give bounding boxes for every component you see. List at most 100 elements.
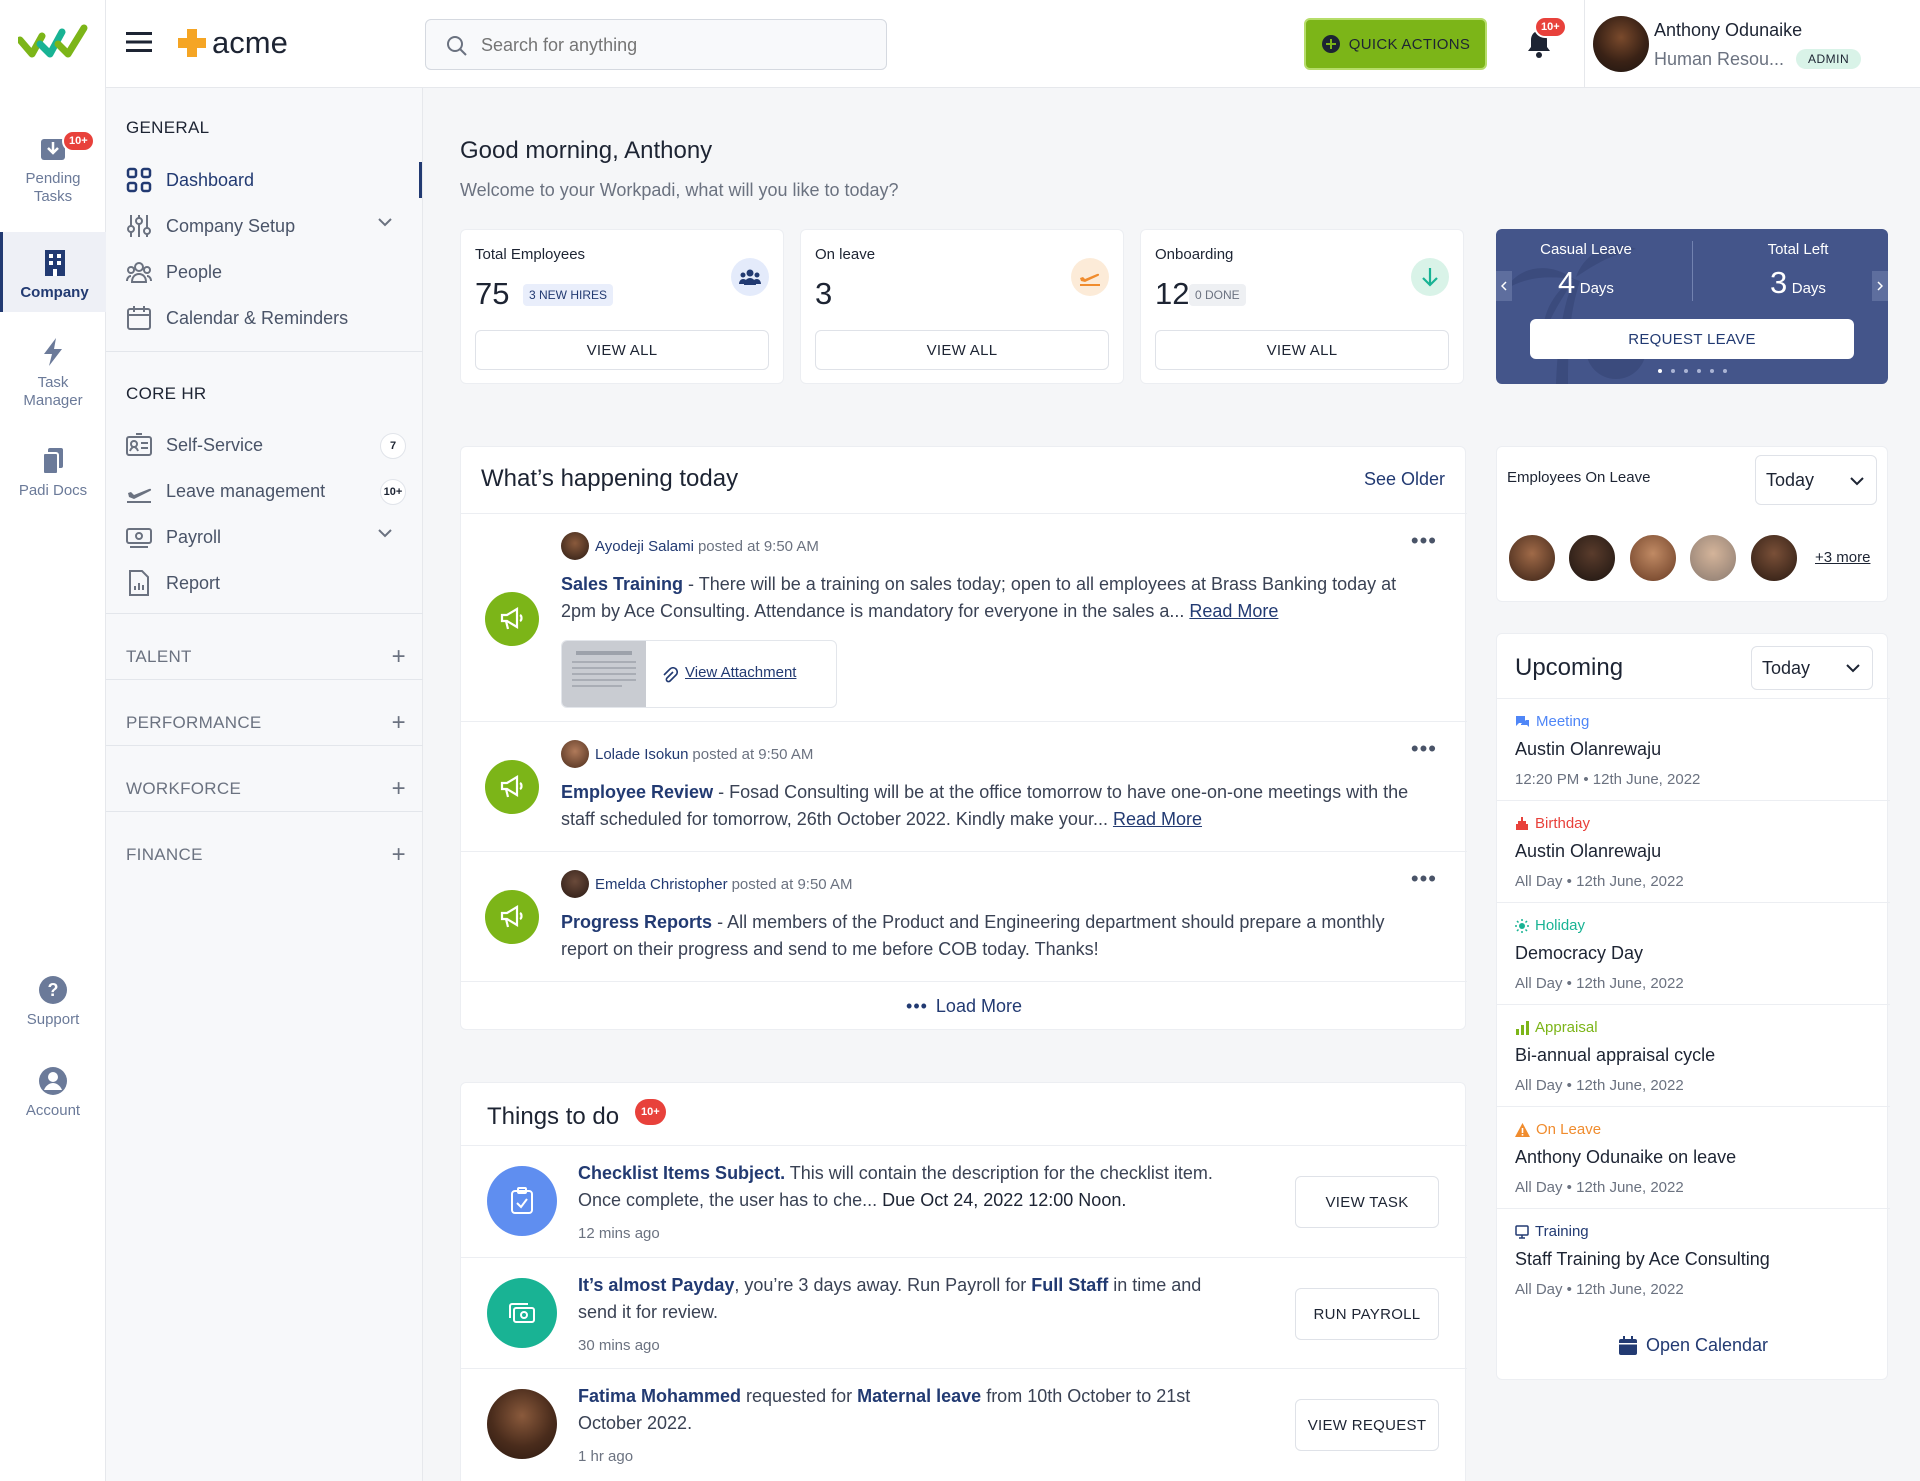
search-box[interactable] [425, 19, 887, 70]
documents-icon [42, 448, 63, 475]
view-request-button[interactable]: VIEW REQUEST [1295, 1399, 1439, 1451]
carousel-dot[interactable] [1670, 369, 1675, 373]
megaphone-icon [485, 760, 539, 814]
view-all-button[interactable]: VIEW ALL [1155, 330, 1449, 370]
event-type: Holiday [1515, 917, 1585, 934]
carousel-dot[interactable] [1709, 369, 1714, 373]
rail-pending-tasks[interactable]: 10+ Pending Tasks [0, 130, 106, 206]
hamburger-menu-icon[interactable] [126, 31, 152, 53]
leave-balance-card: Casual Leave 4 Days Total Left 3 Days RE… [1496, 229, 1888, 384]
read-more-link[interactable]: Read More [1113, 809, 1202, 829]
post-time: posted at 9:50 AM [692, 745, 814, 763]
rail-account[interactable]: Account [0, 1066, 106, 1120]
open-calendar-button[interactable]: Open Calendar [1497, 1310, 1889, 1381]
plane-takeoff-icon [1071, 258, 1109, 296]
post-body: Sales Training - There will be a trainin… [561, 574, 1397, 621]
sidebar-item-report[interactable]: Report [126, 565, 406, 601]
sidebar-section-talent[interactable]: TALENT + [126, 643, 406, 670]
sidebar-item-dashboard[interactable]: Dashboard [126, 162, 406, 198]
sidebar-item-calendar[interactable]: Calendar & Reminders [126, 300, 406, 336]
sidebar-item-self-service[interactable]: Self-Service 7 [126, 427, 406, 463]
sidebar-item-leave-management[interactable]: Leave management 10+ [126, 473, 406, 509]
rail-company[interactable]: Company [0, 232, 106, 312]
megaphone-icon [485, 890, 539, 944]
employee-avatar[interactable] [1688, 533, 1738, 583]
stat-card-onboarding: Onboarding 12 0 DONE VIEW ALL [1140, 229, 1464, 384]
event-type: Birthday [1515, 815, 1590, 832]
post-meta: Lolade Isokun posted at 9:50 AM [561, 740, 813, 768]
upcoming-item[interactable]: Training Staff Training by Ace Consultin… [1497, 1208, 1890, 1310]
carousel-next-button[interactable] [1872, 271, 1888, 301]
rail-support[interactable]: ? Support [0, 975, 106, 1029]
upcoming-item[interactable]: Appraisal Bi-annual appraisal cycle All … [1497, 1004, 1890, 1106]
post-author[interactable]: Emelda Christopher [595, 876, 728, 893]
plus-circle-icon [1321, 35, 1340, 53]
author-avatar [561, 870, 589, 898]
post-author[interactable]: Ayodeji Salami [595, 538, 694, 555]
report-icon [129, 570, 149, 596]
carousel-dot[interactable] [1722, 369, 1727, 373]
sidebar-item-people[interactable]: People [126, 254, 406, 290]
carousel-prev-button[interactable] [1496, 271, 1512, 301]
sidebar-section-finance[interactable]: FINANCE + [126, 841, 406, 868]
carousel-dot[interactable] [1696, 369, 1701, 373]
sidebar-item-payroll[interactable]: Payroll [126, 519, 406, 555]
greeting-subtitle: Welcome to your Workpadi, what will you … [460, 180, 899, 200]
see-older-link[interactable]: See Older [1364, 469, 1445, 490]
quick-actions-button[interactable]: QUICK ACTIONS [1304, 18, 1487, 70]
event-name: Anthony Odunaike on leave [1515, 1147, 1737, 1167]
upcoming-item[interactable]: On Leave Anthony Odunaike on leave All D… [1497, 1106, 1890, 1208]
on-leave-filter[interactable]: Today [1755, 455, 1877, 505]
more-employees-link[interactable]: +3 more [1815, 549, 1870, 566]
account-icon [39, 1067, 67, 1095]
attachment-card[interactable]: View Attachment [561, 640, 837, 708]
search-input[interactable] [481, 32, 871, 58]
upcoming-item[interactable]: Holiday Democracy Day All Day • 12th Jun… [1497, 902, 1890, 1004]
sidebar-section-workforce[interactable]: WORKFORCE + [126, 775, 406, 802]
event-time: All Day • 12th June, 2022 [1515, 1281, 1684, 1298]
sidebar-divider [106, 811, 423, 812]
more-options-icon[interactable]: ••• [1411, 736, 1437, 762]
chevron-right-icon [1877, 281, 1883, 291]
post-time: posted at 9:50 AM [697, 537, 819, 555]
sidebar-item-company-setup[interactable]: Company Setup [126, 208, 406, 244]
building-icon [44, 250, 65, 276]
view-all-button[interactable]: VIEW ALL [815, 330, 1109, 370]
more-options-icon[interactable]: ••• [1411, 528, 1437, 554]
view-all-button[interactable]: VIEW ALL [475, 330, 769, 370]
read-more-link[interactable]: Read More [1189, 601, 1278, 621]
todo-panel: Things to do 10+ Checklist Items Subject… [460, 1082, 1467, 1481]
upcoming-filter[interactable]: Today [1751, 646, 1873, 690]
view-task-button[interactable]: VIEW TASK [1295, 1176, 1439, 1228]
sidebar-section-performance[interactable]: PERFORMANCE + [126, 709, 406, 736]
upcoming-item[interactable]: Meeting Austin Olanrewaju 12:20 PM • 12t… [1497, 698, 1890, 800]
chevron-left-icon [1501, 281, 1507, 291]
event-time: All Day • 12th June, 2022 [1515, 1179, 1684, 1196]
sun-icon [1515, 918, 1529, 933]
employee-avatar[interactable] [1507, 533, 1557, 583]
rail-label: Pending [25, 170, 81, 187]
carousel-dot[interactable] [1683, 369, 1688, 373]
employee-avatar[interactable] [1567, 533, 1617, 583]
user-avatar[interactable] [1593, 16, 1649, 72]
employee-avatar[interactable] [1628, 533, 1678, 583]
rail-padi-docs[interactable]: Padi Docs [0, 446, 106, 500]
acme-logo-icon [178, 29, 206, 57]
employee-avatar[interactable] [1749, 533, 1799, 583]
request-leave-button[interactable]: REQUEST LEAVE [1530, 319, 1854, 359]
requester-avatar [487, 1389, 557, 1459]
help-icon: ? [39, 976, 67, 1004]
rail-task-manager[interactable]: Task Manager [0, 336, 106, 410]
section-label: TALENT [126, 647, 192, 666]
carousel-dot[interactable] [1657, 369, 1662, 373]
count-badge: 7 [380, 433, 406, 459]
open-calendar-label: Open Calendar [1645, 1335, 1769, 1355]
chat-icon [1516, 715, 1529, 727]
post-author[interactable]: Lolade Isokun [595, 746, 688, 763]
load-more-button[interactable]: ••• Load More [461, 981, 1467, 1031]
upcoming-item[interactable]: Birthday Austin Olanrewaju All Day • 12t… [1497, 800, 1890, 902]
run-payroll-button[interactable]: RUN PAYROLL [1295, 1288, 1439, 1340]
chevron-down-icon [1850, 477, 1864, 486]
view-attachment-link[interactable]: View Attachment [685, 664, 796, 681]
more-options-icon[interactable]: ••• [1411, 866, 1437, 892]
